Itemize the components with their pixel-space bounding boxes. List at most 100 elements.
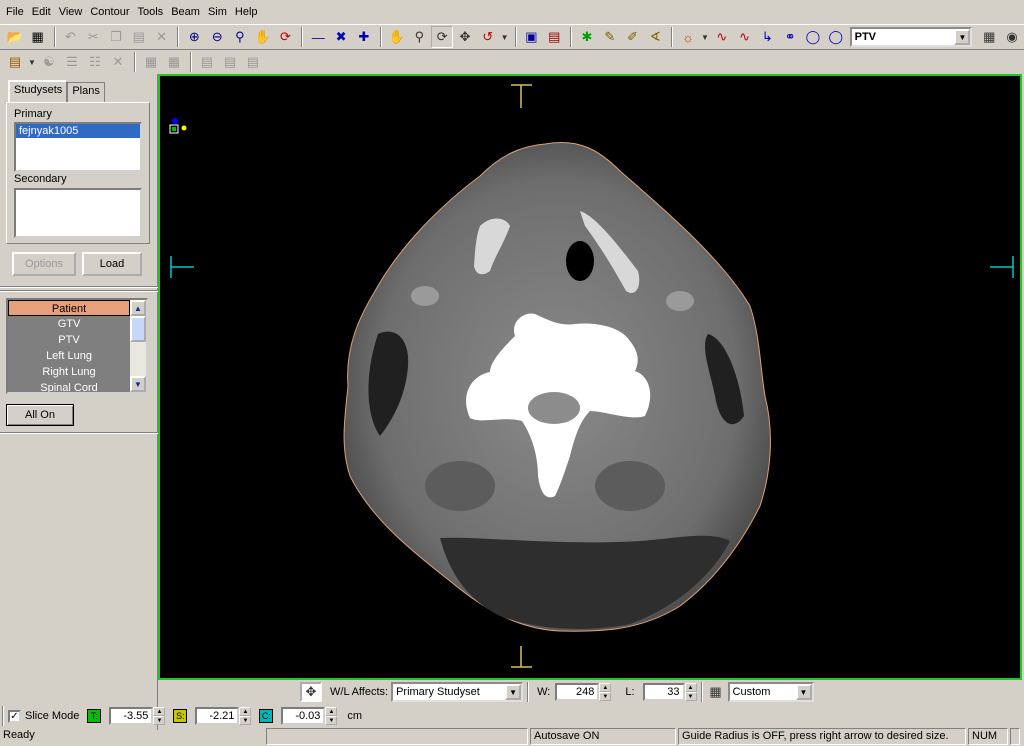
- c-spinner[interactable]: -0.03 ▲ ▼: [281, 706, 338, 726]
- spin-down-icon[interactable]: ▼: [684, 692, 697, 701]
- wl-preset-select[interactable]: Custom ▼: [727, 682, 814, 702]
- wl-affects-select[interactable]: Primary Studyset ▼: [391, 682, 524, 702]
- spin-down-icon[interactable]: ▼: [239, 716, 252, 725]
- reset-view-icon[interactable]: ⟳: [275, 26, 297, 48]
- w-spinner[interactable]: 248 ▲ ▼: [555, 682, 612, 702]
- zoom-fit-icon[interactable]: ⚲: [229, 26, 251, 48]
- roi-properties-icon[interactable]: ▦: [978, 26, 1000, 48]
- options-button[interactable]: Options: [12, 252, 76, 276]
- menu-file[interactable]: File: [2, 0, 28, 24]
- mlc-icon[interactable]: ☰: [61, 51, 83, 73]
- crosshair-icon[interactable]: ✖: [330, 26, 352, 48]
- cut-icon[interactable]: ✂: [82, 26, 104, 48]
- aperture-icon[interactable]: ✕: [107, 51, 129, 73]
- l-input[interactable]: 33: [642, 683, 685, 701]
- hand-select-icon[interactable]: ✋: [386, 26, 408, 48]
- spin-up-icon[interactable]: ▲: [153, 707, 166, 716]
- dropdown-arrow-icon[interactable]: ▼: [27, 51, 37, 73]
- monitor-icon[interactable]: ▣: [521, 26, 543, 48]
- couch-icon[interactable]: ▤: [543, 26, 565, 48]
- zoom-out-icon[interactable]: ⊖: [206, 26, 228, 48]
- point-icon[interactable]: ✚: [353, 26, 375, 48]
- globe-icon[interactable]: ☼: [677, 26, 699, 48]
- c-input[interactable]: -0.03: [281, 707, 326, 725]
- dvh-icon[interactable]: ▤: [219, 51, 241, 73]
- spin-up-icon[interactable]: ▲: [239, 707, 252, 716]
- save-icon[interactable]: ▦: [27, 26, 49, 48]
- l-spinner[interactable]: 33 ▲ ▼: [642, 682, 697, 702]
- roi-item-patient[interactable]: Patient: [8, 300, 130, 316]
- all-on-button[interactable]: All On: [6, 404, 74, 426]
- wedge-icon[interactable]: ☯: [38, 51, 60, 73]
- tab-studysets[interactable]: Studysets: [8, 80, 68, 102]
- menu-edit[interactable]: Edit: [28, 0, 55, 24]
- spin-up-icon[interactable]: ▲: [599, 683, 612, 692]
- ruler-icon[interactable]: —: [307, 26, 329, 48]
- wl-tool-icon[interactable]: ✥: [300, 682, 322, 702]
- auto-contour-icon[interactable]: ✱: [576, 26, 598, 48]
- grid2-icon[interactable]: ▦: [163, 51, 185, 73]
- wl-save-icon[interactable]: ▦: [707, 681, 725, 703]
- spin-down-icon[interactable]: ▼: [153, 716, 166, 725]
- block-icon[interactable]: ☷: [84, 51, 106, 73]
- chevron-down-icon[interactable]: ▼: [954, 29, 971, 45]
- magnify-icon[interactable]: ⚲: [409, 26, 431, 48]
- crosshair-left-icon[interactable]: [170, 256, 194, 278]
- spin-down-icon[interactable]: ▼: [599, 692, 612, 701]
- t-input[interactable]: -3.55: [109, 707, 154, 725]
- move-icon[interactable]: ✥: [454, 26, 476, 48]
- roi-item-left-lung[interactable]: Left Lung: [8, 348, 130, 364]
- zoom-in-icon[interactable]: ⊕: [183, 26, 205, 48]
- roi-select[interactable]: PTV ▼: [849, 27, 973, 47]
- spin-up-icon[interactable]: ▲: [325, 707, 338, 716]
- spin-down-icon[interactable]: ▼: [325, 716, 338, 725]
- bridge-icon[interactable]: ↳: [756, 26, 778, 48]
- spin-up-icon[interactable]: ▲: [684, 683, 697, 692]
- fill-icon[interactable]: ◉: [1001, 26, 1023, 48]
- t-spinner[interactable]: -3.55 ▲ ▼: [109, 706, 166, 726]
- dropdown-arrow-icon[interactable]: ▼: [500, 26, 510, 48]
- s-input[interactable]: -2.21: [195, 707, 240, 725]
- contour-copy-icon[interactable]: ∿: [734, 26, 756, 48]
- pan-hand-icon[interactable]: ✋: [252, 26, 274, 48]
- paste-icon[interactable]: ▤: [128, 26, 150, 48]
- delete-icon[interactable]: ✕: [151, 26, 173, 48]
- beam-icon[interactable]: ▤: [4, 51, 26, 73]
- reset-icon[interactable]: ↺: [477, 26, 499, 48]
- expand-icon[interactable]: ⚭: [779, 26, 801, 48]
- roi-item-spinal-cord[interactable]: Spinal Cord: [8, 380, 130, 392]
- menu-view[interactable]: View: [55, 0, 87, 24]
- tab-plans[interactable]: Plans: [67, 82, 105, 102]
- load-button[interactable]: Load: [82, 252, 142, 276]
- brush-icon[interactable]: ✐: [622, 26, 644, 48]
- secondary-list[interactable]: [14, 188, 142, 238]
- pencil-icon[interactable]: ✎: [599, 26, 621, 48]
- scroll-thumb[interactable]: [130, 316, 146, 342]
- nudge-icon[interactable]: ∢: [644, 26, 666, 48]
- menu-beam[interactable]: Beam: [167, 0, 204, 24]
- list-item[interactable]: fejnyak1005: [16, 124, 140, 138]
- roi-item-gtv[interactable]: GTV: [8, 316, 130, 332]
- slice-mode-checkbox[interactable]: ✓: [8, 709, 21, 723]
- smooth-icon[interactable]: ◯: [802, 26, 824, 48]
- roi-item-right-lung[interactable]: Right Lung: [8, 364, 130, 380]
- crosshair-top-icon[interactable]: [511, 84, 532, 108]
- w-input[interactable]: 248: [555, 683, 600, 701]
- primary-list[interactable]: fejnyak1005: [14, 122, 142, 172]
- undo-icon[interactable]: ↶: [60, 26, 82, 48]
- scroll-up-icon[interactable]: ▲: [130, 300, 146, 316]
- menu-sim[interactable]: Sim: [204, 0, 231, 24]
- contour-interp-icon[interactable]: ∿: [711, 26, 733, 48]
- crosshair-bottom-icon[interactable]: [511, 646, 532, 668]
- copy-icon[interactable]: ❐: [105, 26, 127, 48]
- roi-list[interactable]: Patient GTV PTV Left Lung Right Lung Spi…: [6, 298, 148, 394]
- rotate-icon[interactable]: ⟳: [431, 26, 454, 48]
- roi-scrollbar[interactable]: ▲ ▼: [130, 300, 146, 392]
- chevron-down-icon[interactable]: ▼: [505, 684, 522, 700]
- crosshair-right-icon[interactable]: [990, 256, 1014, 278]
- s-spinner[interactable]: -2.21 ▲ ▼: [195, 706, 252, 726]
- scroll-down-icon[interactable]: ▼: [130, 376, 146, 392]
- dropdown-arrow-icon[interactable]: ▼: [700, 26, 710, 48]
- menu-tools[interactable]: Tools: [134, 0, 168, 24]
- menu-help[interactable]: Help: [231, 0, 262, 24]
